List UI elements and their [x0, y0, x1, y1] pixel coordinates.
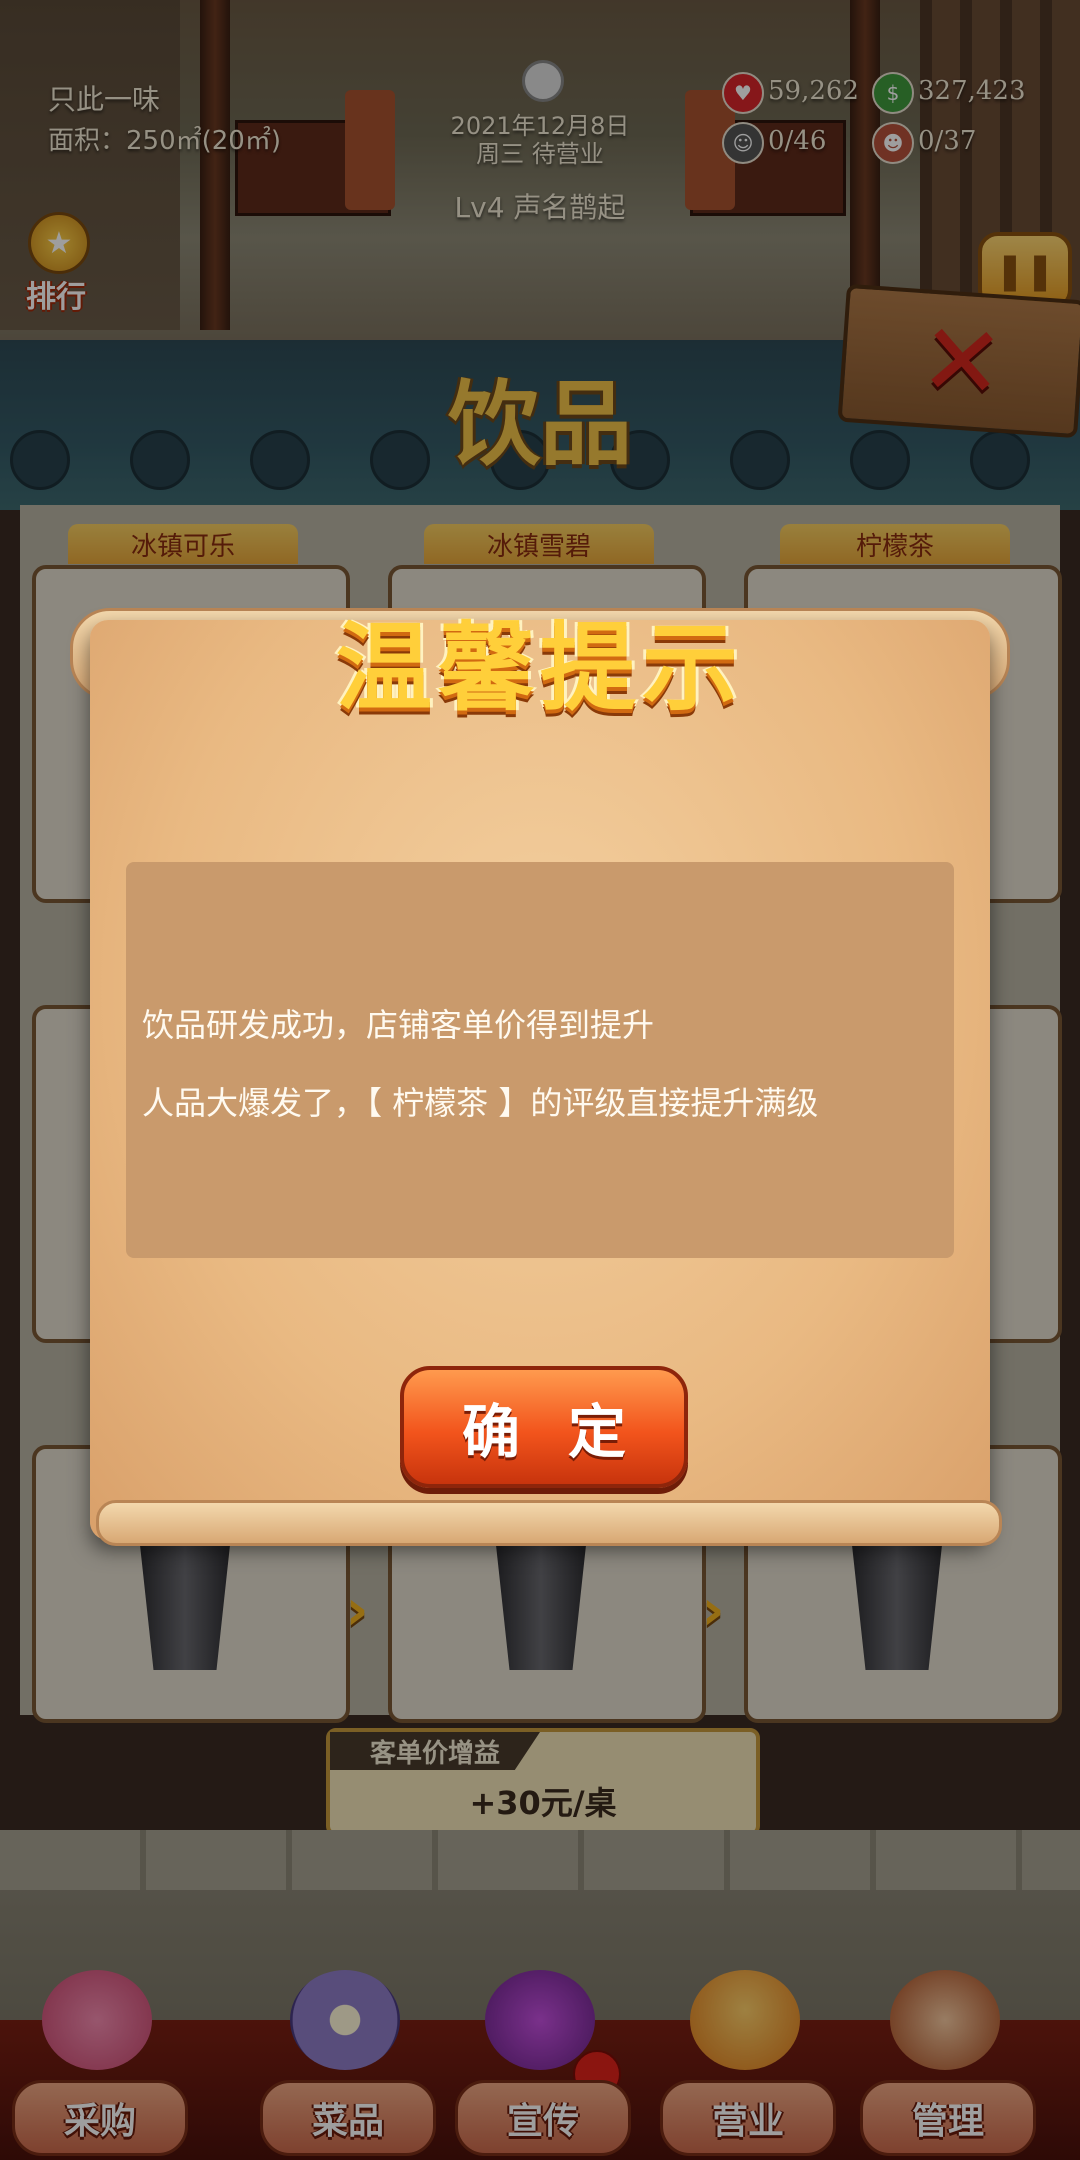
message-line-2: 人品大爆发了，【 柠檬茶 】的评级直接提升满级 [142, 1084, 819, 1122]
dialog-title: 温馨提示 [336, 612, 744, 724]
message-box [126, 862, 954, 1258]
message-line-1: 饮品研发成功，店铺客单价得到提升 [142, 1006, 655, 1044]
scroll-roll-bottom [96, 1500, 1002, 1546]
confirm-button[interactable]: 确定 [400, 1366, 688, 1488]
